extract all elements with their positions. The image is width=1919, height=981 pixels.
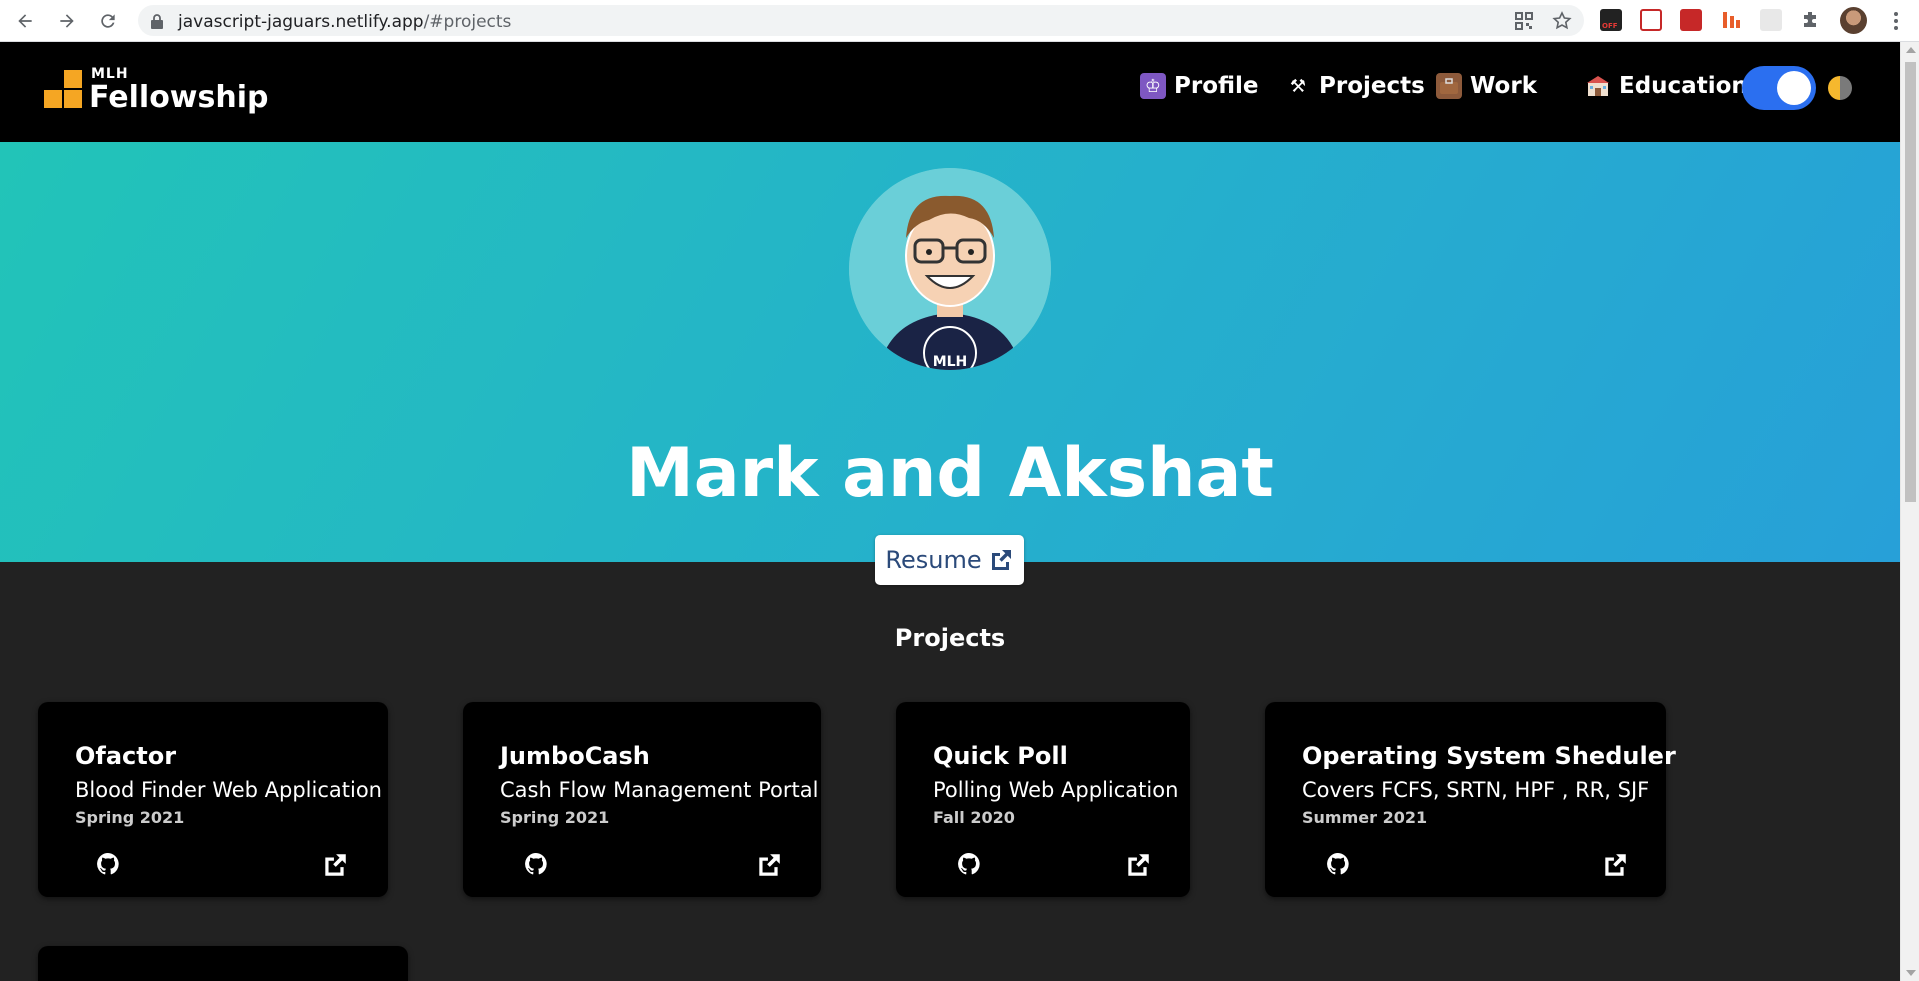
project-description: Cash Flow Management Portal — [500, 778, 819, 802]
purple-badge-icon: ♔ — [1140, 73, 1166, 99]
project-description: Blood Finder Web Application — [75, 778, 382, 802]
resume-button[interactable]: Resume — [875, 535, 1024, 585]
logo[interactable]: MLH Fellowship — [44, 66, 269, 122]
project-card: Operating System Sheduler Covers FCFS, S… — [1265, 702, 1676, 897]
project-title: Operating System Sheduler — [1302, 742, 1676, 770]
projects-section-title: Projects — [894, 624, 1006, 652]
extension-off-icon[interactable]: OFF — [1600, 9, 1622, 31]
nav-education-label: Education — [1619, 73, 1748, 99]
extension-blank-icon[interactable] — [1760, 9, 1782, 31]
back-icon[interactable] — [12, 8, 38, 34]
github-icon[interactable] — [524, 852, 548, 876]
half-moon-icon — [1828, 76, 1852, 100]
hammer-wrench-icon: ⚒ — [1289, 75, 1307, 97]
resume-label: Resume — [885, 546, 982, 574]
scroll-up-icon[interactable] — [1906, 47, 1916, 53]
project-description: Covers FCFS, SRTN, HPF , RR, SJF — [1302, 778, 1650, 802]
project-term: Summer 2021 — [1302, 808, 1428, 827]
project-card: Quick Poll Polling Web Application Fall … — [896, 702, 1190, 897]
project-term: Fall 2020 — [933, 808, 1015, 827]
github-icon[interactable] — [957, 852, 981, 876]
theme-toggle[interactable] — [1742, 66, 1816, 110]
briefcase-icon — [1436, 73, 1462, 99]
nav-profile[interactable]: ♔ Profile — [1140, 70, 1259, 102]
browser-toolbar: javascript-jaguars.netlify.app/#projects… — [0, 0, 1919, 42]
external-link-icon[interactable] — [1601, 851, 1629, 879]
external-link-icon[interactable] — [755, 851, 783, 879]
project-card — [38, 946, 408, 981]
hero-title: Mark and Akshat — [626, 434, 1274, 513]
external-link-icon[interactable] — [321, 851, 349, 879]
scroll-down-icon[interactable] — [1906, 970, 1916, 976]
extension-pdf-icon[interactable] — [1680, 9, 1702, 31]
page-viewport: MLH Fellowship ♔ Profile ⚒ Projects Work… — [0, 42, 1900, 981]
nav-projects-label: Projects — [1319, 73, 1425, 99]
school-icon — [1585, 73, 1611, 99]
project-card: JumboCash Cash Flow Management Portal Sp… — [463, 702, 821, 897]
forward-icon[interactable] — [54, 8, 80, 34]
qr-code-icon[interactable] — [1514, 11, 1534, 31]
toggle-knob — [1777, 71, 1811, 105]
nav-projects[interactable]: ⚒ Projects — [1285, 70, 1425, 102]
project-title: Quick Poll — [933, 742, 1068, 770]
avatar[interactable] — [1840, 7, 1867, 34]
nav-profile-label: Profile — [1174, 73, 1259, 99]
bookmark-star-icon[interactable] — [1552, 11, 1572, 31]
site-header: MLH Fellowship ♔ Profile ⚒ Projects Work… — [0, 42, 1900, 142]
project-description: Polling Web Application — [933, 778, 1179, 802]
hero-banner: MLH Mark and Akshat — [0, 142, 1900, 562]
url-text: javascript-jaguars.netlify.app/#projects — [178, 12, 512, 32]
logo-blocks-icon — [44, 70, 84, 110]
github-icon[interactable] — [96, 852, 120, 876]
address-bar[interactable]: javascript-jaguars.netlify.app/#projects — [138, 5, 1584, 36]
extension-pocket-icon[interactable] — [1640, 9, 1662, 31]
github-icon[interactable] — [1326, 852, 1350, 876]
puzzle-icon[interactable] — [1800, 9, 1822, 31]
scroll-thumb[interactable] — [1905, 62, 1916, 502]
logo-text: Fellowship — [89, 80, 269, 115]
svg-text:MLH: MLH — [933, 354, 968, 370]
extension-orange-icon[interactable] — [1720, 9, 1742, 31]
project-term: Spring 2021 — [75, 808, 185, 827]
project-title: Ofactor — [75, 742, 177, 770]
scrollbar[interactable] — [1900, 42, 1919, 981]
project-card: Ofactor Blood Finder Web Application Spr… — [38, 702, 388, 897]
profile-avatar: MLH — [849, 168, 1051, 370]
lock-icon — [151, 14, 163, 29]
project-term: Spring 2021 — [500, 808, 610, 827]
external-link-icon — [991, 550, 1011, 570]
nav-work[interactable]: Work — [1436, 70, 1537, 102]
nav-work-label: Work — [1470, 73, 1537, 99]
project-title: JumboCash — [500, 742, 650, 770]
external-link-icon[interactable] — [1124, 851, 1152, 879]
reload-icon[interactable] — [95, 8, 121, 34]
kebab-menu-icon[interactable] — [1883, 8, 1909, 34]
nav-education[interactable]: Education — [1585, 70, 1748, 102]
